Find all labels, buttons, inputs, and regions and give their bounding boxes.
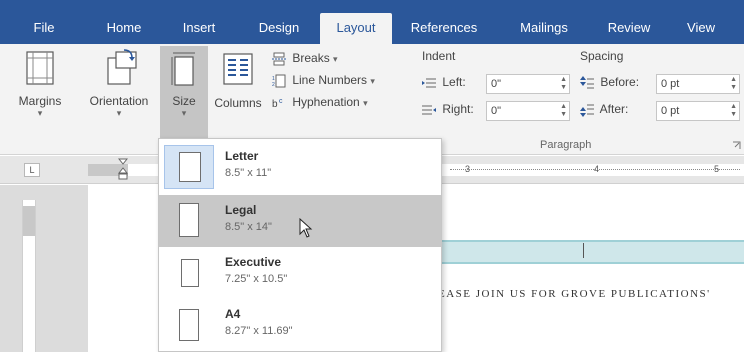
- text-cursor: [583, 243, 584, 258]
- document-text[interactable]: EASE JOIN US FOR GROVE PUBLICATIONS': [438, 288, 711, 300]
- tab-layout[interactable]: Layout: [320, 13, 392, 44]
- chevron-down-icon: ▾: [370, 76, 375, 86]
- spacing-before-icon: [580, 75, 594, 89]
- tab-home[interactable]: Home: [96, 15, 152, 44]
- chevron-down-icon: ▾: [181, 108, 187, 118]
- indent-right-label: Right:: [422, 102, 474, 117]
- chevron-down-icon: ▾: [116, 108, 122, 118]
- orientation-icon: [107, 49, 137, 85]
- breaks-label: Breaks: [292, 51, 330, 65]
- page-thumbnail-icon: [181, 259, 199, 287]
- spacing-after-icon: [580, 104, 594, 117]
- margins-icon: [26, 51, 54, 85]
- tab-view[interactable]: View: [676, 15, 726, 44]
- svg-text:b: b: [272, 99, 278, 110]
- spinner-arrows-icon[interactable]: ▲ ▼: [560, 103, 567, 119]
- indent-left-input[interactable]: 0" ▲ ▼: [486, 74, 570, 94]
- spacing-title: Spacing: [580, 49, 624, 63]
- tab-file[interactable]: File: [22, 15, 66, 44]
- size-option-name: Legal: [225, 203, 257, 217]
- indent-left-label: Left:: [422, 75, 466, 90]
- breaks-icon: [272, 52, 286, 66]
- spacing-before-label: Before:: [580, 75, 639, 90]
- size-icon: [171, 52, 195, 86]
- size-option-dims: 8.27" x 11.69": [225, 325, 293, 337]
- page-thumbnail-icon: [179, 203, 199, 237]
- spacing-after-input[interactable]: 0 pt ▲ ▼: [656, 101, 740, 121]
- hyphenation-icon: bc: [272, 98, 283, 110]
- indent-left-icon: [422, 78, 436, 88]
- spinner-arrows-icon[interactable]: ▲ ▼: [730, 103, 737, 119]
- page-thumbnail-icon: [179, 309, 199, 341]
- indent-right-icon: [422, 105, 436, 115]
- highlight-band: [436, 240, 744, 264]
- size-option-letter[interactable]: Letter 8.5" x 11": [159, 141, 441, 193]
- orientation-button[interactable]: Orientation ▾: [80, 46, 158, 130]
- page-thumbnail-icon: [179, 152, 201, 182]
- size-option-a4[interactable]: A4 8.27" x 11.69": [159, 299, 441, 351]
- spinner-arrows-icon[interactable]: ▲ ▼: [560, 76, 567, 92]
- chevron-down-icon: ▾: [333, 54, 338, 64]
- dialog-launcher-icon[interactable]: [732, 141, 741, 150]
- line-numbers-label: Line Numbers: [292, 73, 368, 87]
- spacing-before-input[interactable]: 0 pt ▲ ▼: [656, 74, 740, 94]
- tab-review[interactable]: Review: [598, 15, 660, 44]
- tab-references[interactable]: References: [400, 15, 488, 44]
- size-option-dims: 7.25" x 10.5": [225, 273, 288, 285]
- ruler-ticks: [450, 169, 740, 170]
- spacing-after-label: After:: [580, 102, 628, 117]
- tab-selector[interactable]: L: [24, 163, 40, 177]
- columns-icon: [223, 53, 253, 85]
- line-numbers-button[interactable]: 12 Line Numbers ▾: [272, 73, 375, 88]
- chevron-down-icon: ▾: [37, 108, 43, 118]
- paragraph-group-label: Paragraph: [540, 139, 592, 151]
- spinner-arrows-icon[interactable]: ▲ ▼: [730, 76, 737, 92]
- columns-label: Columns: [214, 96, 262, 110]
- margins-label: Margins: [18, 94, 62, 108]
- columns-button[interactable]: Columns: [210, 46, 266, 130]
- svg-text:c: c: [279, 98, 283, 105]
- size-label: Size: [172, 94, 196, 108]
- size-option-executive[interactable]: Executive 7.25" x 10.5": [159, 247, 441, 299]
- tab-insert[interactable]: Insert: [172, 15, 226, 44]
- tab-design[interactable]: Design: [250, 15, 308, 44]
- size-option-dims: 8.5" x 11": [225, 167, 272, 179]
- indent-title: Indent: [422, 49, 456, 63]
- chevron-down-icon: ▾: [363, 98, 368, 108]
- hyphenation-button[interactable]: bc Hyphenation ▾: [272, 95, 368, 110]
- size-option-name: Letter: [225, 149, 259, 163]
- vertical-ruler: [22, 200, 36, 352]
- mouse-pointer-icon: [299, 218, 313, 238]
- size-option-dims: 8.5" x 14": [225, 221, 272, 233]
- size-option-name: A4: [225, 307, 241, 321]
- svg-text:2: 2: [272, 82, 275, 88]
- tab-mailings[interactable]: Mailings: [508, 15, 580, 44]
- orientation-label: Orientation: [89, 94, 149, 108]
- size-button[interactable]: Size ▾: [160, 46, 208, 138]
- hyphenation-label: Hyphenation: [292, 95, 360, 109]
- ribbon-tab-bar: File Home Insert Design Layout Reference…: [0, 0, 744, 44]
- margins-button[interactable]: Margins ▾: [0, 46, 80, 130]
- size-dropdown-menu: Letter 8.5" x 11" Legal 8.5" x 14" Execu…: [158, 138, 442, 352]
- size-option-name: Executive: [225, 255, 282, 269]
- indent-marker-icon[interactable]: [118, 158, 128, 180]
- indent-right-input[interactable]: 0" ▲ ▼: [486, 101, 570, 121]
- line-numbers-icon: 12: [272, 74, 286, 88]
- breaks-button[interactable]: Breaks ▾: [272, 51, 338, 66]
